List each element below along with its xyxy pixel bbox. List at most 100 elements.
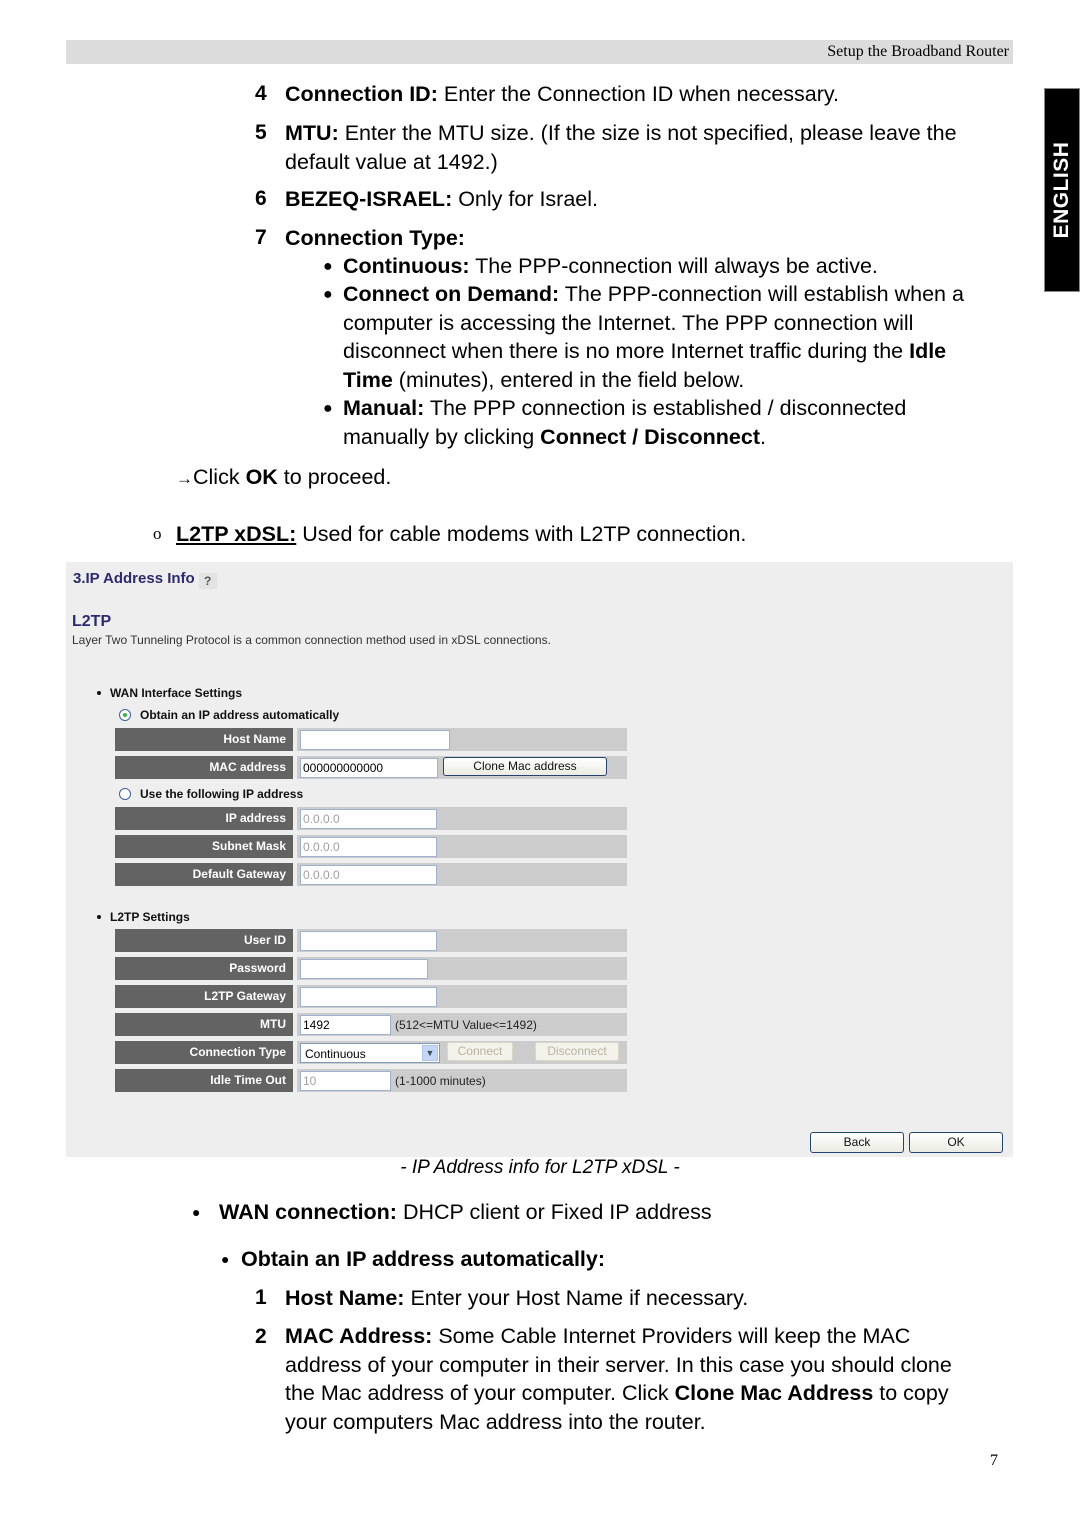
chevron-down-icon[interactable]: ▼: [422, 1045, 438, 1061]
item-connection-id: Connection ID: Enter the Connection ID w…: [285, 80, 839, 109]
connection-type-row: Connection Type Continuous ▼ Connect Disc…: [115, 1041, 627, 1064]
help-icon[interactable]: ?: [198, 573, 217, 589]
mtu-hint: (512<=MTU Value<=1492): [395, 1018, 537, 1032]
field-value-area: 10 (1-1000 minutes): [297, 1069, 627, 1092]
field-value-area: 0.0.0.0: [297, 807, 627, 830]
connection-type-select[interactable]: Continuous ▼: [300, 1043, 440, 1063]
item-bold: Clone Mac Address: [674, 1381, 874, 1405]
bullet-text: computer is accessing the Internet. The …: [343, 310, 914, 335]
subnet-mask-input[interactable]: 0.0.0.0: [300, 837, 437, 857]
idle-time-input[interactable]: 10: [300, 1071, 391, 1091]
bullet-icon: ●: [323, 400, 333, 417]
user-id-input[interactable]: [300, 931, 437, 951]
bullet-bold: Time: [343, 367, 393, 392]
radio-use-fixed-ip[interactable]: Use the following IP address: [119, 787, 303, 801]
field-label: IP address: [115, 807, 293, 830]
ok-button[interactable]: OK: [909, 1132, 1003, 1153]
bullet-text: .: [759, 424, 766, 449]
item-number: 4: [255, 82, 267, 105]
select-value: Continuous: [305, 1047, 366, 1061]
default-gateway-row: Default Gateway 0.0.0.0: [115, 863, 627, 886]
language-tab: ENGLISH: [1044, 88, 1080, 292]
ip-address-input[interactable]: 0.0.0.0: [300, 809, 437, 829]
bullet-icon: ●: [192, 1204, 201, 1220]
bullet-icon: ●: [323, 258, 333, 275]
field-label: Host Name: [115, 728, 293, 751]
field-label: Default Gateway: [115, 863, 293, 886]
obtain-auto-heading: Obtain an IP address automatically:: [241, 1247, 606, 1271]
panel-subtitle: L2TP: [72, 613, 112, 630]
l2tp-section-label: L2TP Settings: [97, 910, 190, 924]
item-host-name: Host Name: Enter your Host Name if neces…: [285, 1284, 748, 1313]
l2tp-gateway-input[interactable]: [300, 987, 437, 1007]
header-title: Setup the Broadband Router: [827, 43, 1009, 60]
bullet-text: disconnect when there is no more Interne…: [343, 339, 910, 363]
radio-checked-icon[interactable]: [119, 709, 131, 721]
default-gateway-input[interactable]: 0.0.0.0: [300, 865, 437, 885]
item-text: to copy: [873, 1381, 949, 1405]
panel-title-text: 3.IP Address Info: [73, 570, 195, 587]
password-input[interactable]: [300, 959, 428, 979]
item-text: your computers Mac address into the rout…: [285, 1409, 706, 1434]
field-value-area: 1492 (512<=MTU Value<=1492): [297, 1013, 627, 1036]
l2tp-intro: L2TP xDSL: Used for cable modems with L2…: [176, 520, 746, 549]
field-label: User ID: [115, 929, 293, 952]
bullet-text: The PPP-connection will always be active…: [469, 254, 878, 278]
wan-term: WAN connection:: [219, 1200, 397, 1224]
bullet-bold: Idle: [909, 339, 947, 363]
bullet-text: The PPP-connection will establish when a: [559, 282, 964, 306]
bullet-term: Continuous:: [343, 254, 470, 278]
mac-address-row: MAC address 000000000000 Clone Mac addre…: [115, 756, 627, 779]
idle-time-hint: (1-1000 minutes): [395, 1074, 486, 1088]
connect-button[interactable]: Connect: [447, 1042, 513, 1061]
item-text: Only for Israel.: [452, 187, 598, 211]
mac-address-input[interactable]: 000000000000: [300, 758, 438, 778]
mtu-row: MTU 1492 (512<=MTU Value<=1492): [115, 1013, 627, 1036]
user-id-row: User ID: [115, 929, 627, 952]
mtu-input[interactable]: 1492: [300, 1015, 391, 1035]
item-term: MAC Address:: [285, 1324, 433, 1348]
bullet-term: Connect on Demand:: [343, 282, 560, 306]
proceed-text: to proceed.: [277, 465, 392, 489]
item-number: 6: [255, 187, 267, 210]
bullet-text: The PPP connection is established / disc…: [424, 396, 907, 420]
item-term: Host Name:: [285, 1286, 405, 1310]
l2tp-gateway-row: L2TP Gateway: [115, 985, 627, 1008]
item-number: 2: [255, 1325, 267, 1348]
idle-time-row: Idle Time Out 10 (1-1000 minutes): [115, 1069, 627, 1092]
router-settings-screenshot: 3.IP Address Info? L2TP Layer Two Tunnel…: [66, 562, 1013, 1157]
bullet-icon: ●: [221, 1251, 230, 1267]
item-number: 1: [255, 1286, 267, 1309]
disconnect-button[interactable]: Disconnect: [535, 1042, 619, 1061]
field-label: Subnet Mask: [115, 835, 293, 858]
back-button[interactable]: Back: [810, 1132, 904, 1153]
item-text: Some Cable Internet Providers will keep …: [432, 1324, 911, 1348]
panel-description: Layer Two Tunneling Protocol is a common…: [72, 633, 551, 647]
figure-caption: - IP Address info for L2TP xDSL -: [400, 1157, 680, 1178]
l2tp-term: L2TP xDSL:: [176, 522, 297, 546]
radio-label: Obtain an IP address automatically: [140, 708, 340, 722]
radio-unchecked-icon[interactable]: [119, 788, 131, 800]
bullet-manual: Manual: The PPP connection is establishe…: [343, 394, 1023, 451]
bullet-term: Manual:: [343, 396, 425, 420]
item-term: BEZEQ-ISRAEL:: [285, 187, 453, 211]
circle-bullet-icon: o: [153, 524, 162, 543]
radio-obtain-auto[interactable]: Obtain an IP address automatically: [119, 708, 339, 722]
item-text: default value at 1492.): [285, 149, 498, 174]
field-value-area: 0.0.0.0: [297, 835, 627, 858]
l2tp-text: Used for cable modems with L2TP connecti…: [296, 522, 747, 546]
item-text: the Mac address of your computer. Click: [285, 1381, 675, 1405]
field-value-area: [297, 728, 627, 751]
item-term: MTU:: [285, 121, 339, 145]
password-row: Password: [115, 957, 627, 980]
item-bezeq: BEZEQ-ISRAEL: Only for Israel.: [285, 185, 598, 214]
field-value-area: [297, 929, 627, 952]
bullet-icon: ●: [323, 286, 333, 303]
proceed-bold: OK: [245, 465, 278, 489]
host-name-input[interactable]: [300, 730, 450, 750]
subnet-mask-row: Subnet Mask 0.0.0.0: [115, 835, 627, 858]
proceed-instruction: →Click OK to proceed.: [176, 463, 391, 494]
host-name-row: Host Name: [115, 728, 627, 751]
clone-mac-button[interactable]: Clone Mac address: [443, 757, 607, 776]
section-text: L2TP Settings: [110, 910, 190, 924]
